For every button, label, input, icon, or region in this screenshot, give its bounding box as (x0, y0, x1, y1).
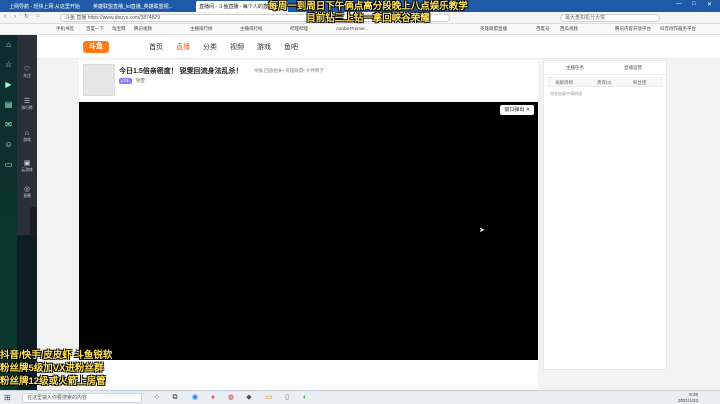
taskbar: ⊞ 在这里输入你要搜索的内容 ○ ⧉ ◉ ● ◍ ◆ ▭ ▯ ◐ 9:39 20… (0, 390, 720, 404)
chat-icon[interactable]: ☺ (3, 139, 14, 150)
bookmark-item[interactable]: 腾讯内容开放平台 (615, 26, 651, 32)
rank-tabs: 贡献周榜 贵宾(0) 粉丝团 (548, 77, 662, 87)
nav-game[interactable]: 游戏 (257, 42, 271, 52)
app-icon[interactable]: ◐ (300, 393, 310, 403)
overlay-line: 抖音/快手/皮皮虾 斗鱼锐软 (0, 350, 113, 361)
nav-label: 云游戏 (21, 168, 33, 172)
book-icon[interactable]: ▤ (3, 99, 14, 110)
tab-fans[interactable]: 粉丝团 (633, 80, 647, 86)
tab-weekly-rank[interactable]: 贡献周榜 (555, 80, 573, 86)
nav-live[interactable]: 直播 (176, 42, 190, 52)
overlay-top-text: 每周一到周日下午俩点高分段晚上八点娱乐教学 目前钻三上钻一拿回峡谷荣耀 (258, 1, 478, 25)
nav-home[interactable]: 首页 (149, 42, 163, 52)
overlay-line: 目前钻三上钻一拿回峡谷荣耀 (306, 13, 430, 24)
overlay-bottom-text: 抖音/快手/皮皮虾 斗鱼锐软 粉丝牌5级加VX进粉丝群 粉丝牌12级或火箭上房管 (0, 349, 170, 388)
room-meta[interactable]: 举报 回放相关• 英雄联盟• 大神教学 (254, 68, 324, 74)
folder-icon[interactable]: ▭ (264, 393, 274, 403)
bookmark-item[interactable]: 腾讯视频 (134, 26, 152, 32)
nav-video[interactable]: 视频 (230, 42, 244, 52)
bookmark-item[interactable]: 百度号 (536, 26, 550, 32)
overlay-line: 粉丝牌12级或火箭上房管 (0, 376, 106, 387)
mouse-cursor-icon: ➤ (479, 227, 485, 234)
minimize-icon[interactable]: — (676, 1, 682, 7)
room-header: 今日1.5倍亲密度！ 锐雯回流身法乱杀！ 举报 回放相关• 英雄联盟• 大神教学… (79, 60, 538, 102)
live-icon: ◎ (23, 186, 31, 193)
star-icon[interactable]: ☆ (3, 59, 14, 70)
popout-button[interactable]: 窗口弹出 ✕ (500, 105, 534, 115)
right-panel: 主播任务 直播运营 贡献周榜 贵宾(0) 粉丝团 消息加载中请稍候 (543, 60, 667, 370)
app-icon[interactable]: ◆ (244, 393, 254, 403)
nav-label: 游戏 (23, 138, 31, 142)
bookmark-item[interactable]: 英雄联盟直播 (480, 26, 507, 32)
maximize-icon[interactable]: □ (692, 1, 696, 7)
site-header: 斗鱼 首页 直播 分类 视频 游戏 鱼吧 (37, 35, 720, 59)
bookmark-item[interactable]: 主播排行榜 (240, 26, 263, 32)
nav-live[interactable]: ◎ 直播 (17, 185, 37, 199)
avatar[interactable] (83, 64, 115, 96)
tab-anchor-task[interactable]: 主播任务 (566, 65, 584, 71)
cloud-icon: ▣ (23, 160, 31, 167)
browser-icon[interactable]: ◉ (190, 393, 200, 403)
bookmark-item[interactable]: 西瓜视频 (560, 26, 578, 32)
room-title: 今日1.5倍亲密度！ 锐雯回流身法乱杀！ (119, 68, 243, 75)
category-badge[interactable]: LOL (119, 78, 132, 84)
browser-tab[interactable]: 英雄联盟直播_lol直播_英雄联盟视... (90, 1, 190, 12)
heart-icon: ♡ (23, 66, 31, 73)
browser-tab[interactable]: 上网导航 - 轻快上网 从这里开始 (6, 1, 81, 12)
bookmark-item[interactable]: 百度一下 (86, 26, 104, 32)
bookmark-item[interactable]: Adobe Premie... (336, 26, 368, 31)
overlay-line: 每周一到周日下午俩点高分段晚上八点娱乐教学 (268, 1, 468, 12)
taskbar-search-input[interactable]: 在这里输入你要搜索的内容 (22, 393, 142, 403)
nav-label: 关注 (23, 74, 31, 78)
forward-icon[interactable]: › (14, 14, 16, 20)
home-icon[interactable]: ⌂ (3, 39, 14, 50)
app-icon[interactable]: ◍ (226, 393, 236, 403)
video-player[interactable]: 窗口弹出 ✕ ➤ (79, 102, 538, 360)
nav-fishbar[interactable]: 鱼吧 (284, 42, 298, 52)
nav-game[interactable]: ⌂ 游戏 (17, 129, 37, 143)
nav-rank[interactable]: ☰ 排行榜 (17, 97, 37, 111)
task-view-icon[interactable]: ⧉ (170, 393, 180, 403)
windows-start-icon[interactable]: ⊞ (4, 393, 11, 402)
bookmark-item[interactable]: 主播排行榜 (190, 26, 213, 32)
tab-vip[interactable]: 贵宾(0) (597, 80, 612, 86)
nav-follow[interactable]: ♡ 关注 (17, 65, 37, 79)
sidebar-collapse-handle[interactable] (30, 207, 37, 237)
app-icon[interactable]: ● (208, 393, 218, 403)
back-icon[interactable]: ‹ (4, 14, 6, 20)
app-icon[interactable]: ▯ (282, 393, 292, 403)
bookmarks-bar: 手机书签 百度一下 淘宝网 腾讯视频 主播排行榜 主播排行榜 哔哩哔哩 Adob… (0, 24, 720, 35)
film-icon[interactable]: ▶ (3, 79, 14, 90)
nav-cloud-game[interactable]: ▣ 云游戏 (17, 159, 37, 173)
clock[interactable]: 9:39 2021/1/23 (678, 392, 698, 403)
search-icon[interactable]: ○ (152, 393, 162, 403)
close-icon[interactable]: ✕ (707, 1, 712, 8)
nav-label: 直播 (23, 194, 31, 198)
nav-category[interactable]: 分类 (203, 42, 217, 52)
panel-note: 消息加载中请稍候 (550, 91, 582, 96)
list-icon: ☰ (23, 98, 31, 105)
bookmark-item[interactable]: 抖音创作服务平台 (660, 26, 696, 32)
panel-tabs: 主播任务 直播运营 (544, 61, 666, 75)
app-sidebar: ⌂ ☆ ▶ ▤ ✉ ☺ ▭ (0, 35, 17, 390)
tab-live-ops[interactable]: 直播运营 (624, 65, 642, 71)
clock-date: 2021/1/23 (677, 397, 698, 403)
bookmark-item[interactable]: 手机书签 (56, 26, 74, 32)
nav-label: 排行榜 (21, 106, 33, 110)
mail-icon[interactable]: ✉ (3, 119, 14, 130)
browser-search-input[interactable]: 最大盘扣机分大突 (560, 14, 660, 22)
overlay-line: 粉丝牌5级加VX进粉丝群 (0, 363, 104, 374)
category-label[interactable]: 锐雯 (136, 78, 145, 84)
game-icon: ⌂ (24, 130, 30, 137)
douyu-sidebar: ♡ 关注 ☰ 排行榜 ⌂ 游戏 ▣ 云游戏 ◎ 直播 (17, 35, 37, 235)
bookmark-item[interactable]: 淘宝网 (112, 26, 126, 32)
bookmark-item[interactable]: 哔哩哔哩 (290, 26, 308, 32)
folder-icon[interactable]: ▭ (3, 159, 14, 170)
site-logo[interactable]: 斗鱼 (83, 41, 109, 53)
room-id-label: 3874829 (18, 12, 38, 18)
